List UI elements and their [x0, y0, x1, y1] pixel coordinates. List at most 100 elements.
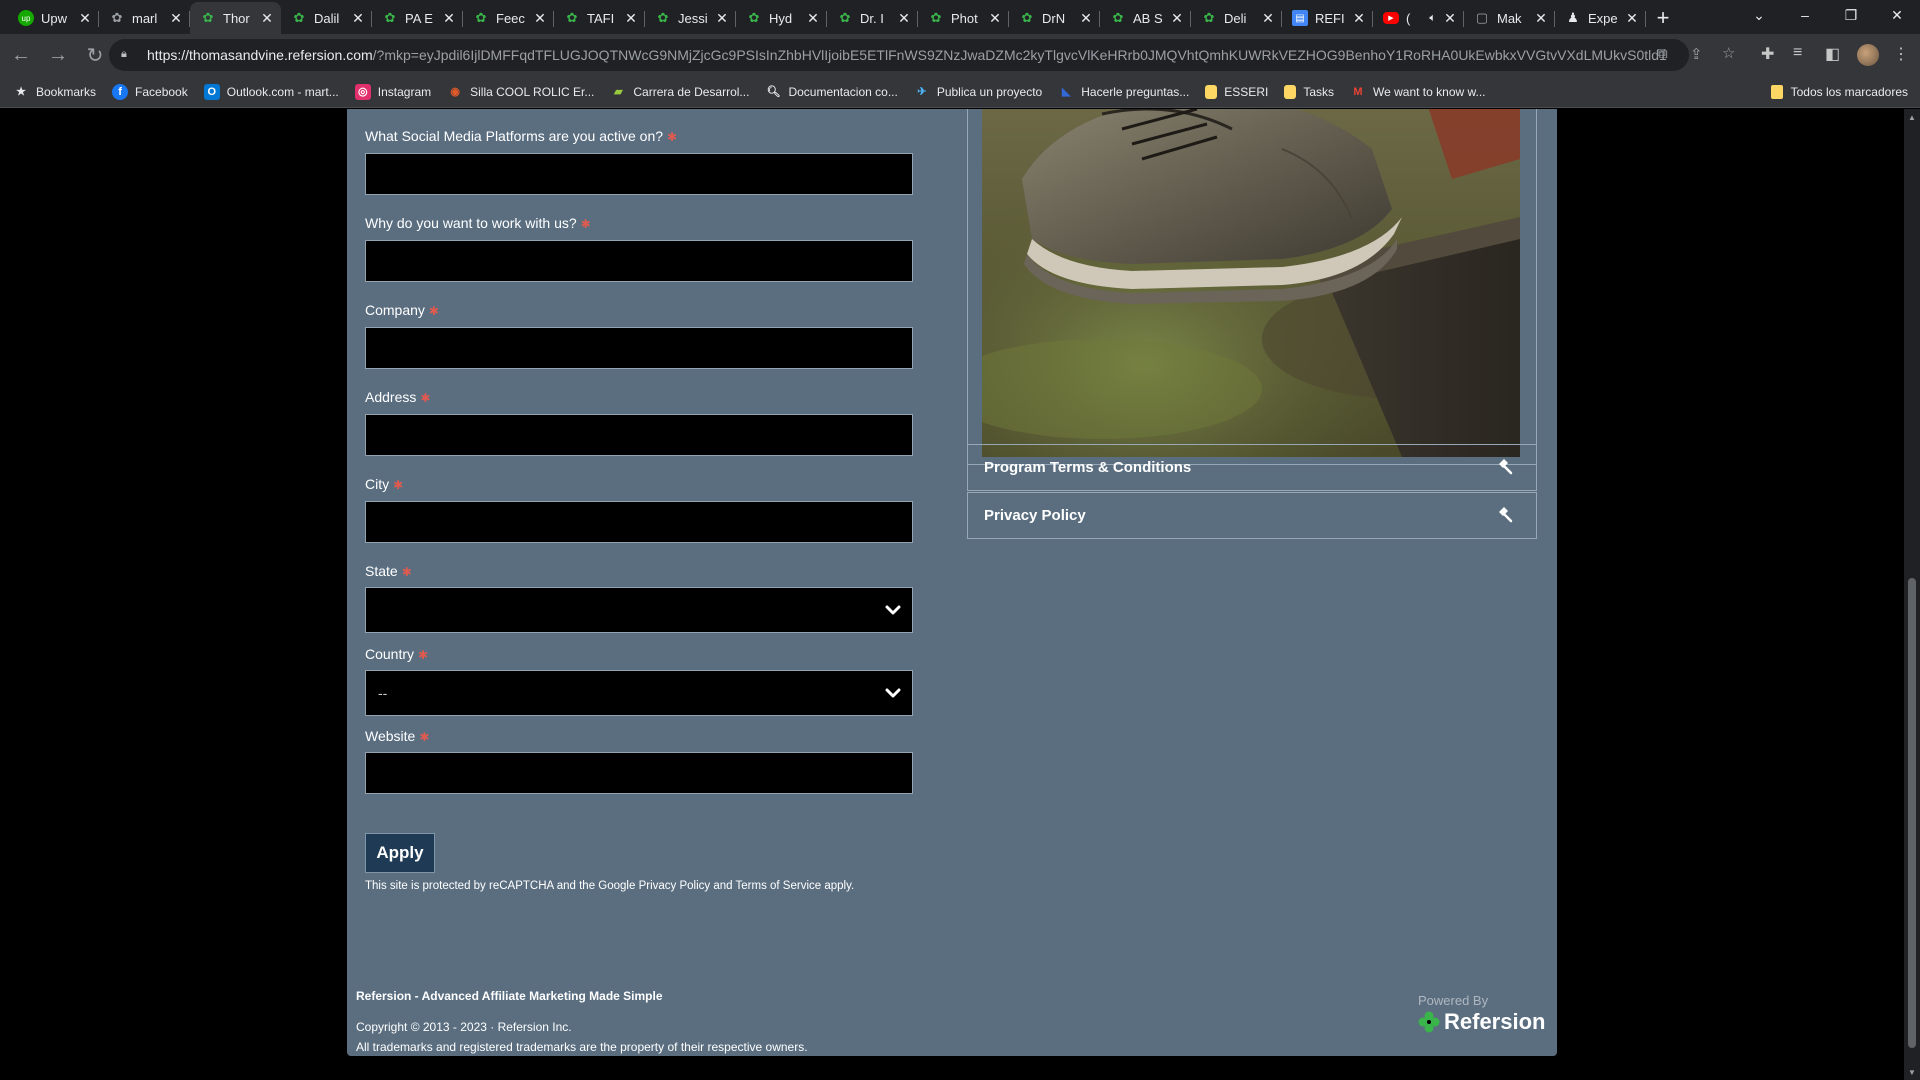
- tab-1[interactable]: ✿ marl ✕: [99, 2, 190, 34]
- refersion-clover-icon: ✿: [202, 10, 214, 25]
- outlook-icon: O: [203, 83, 220, 100]
- tab-close-icon[interactable]: ✕: [259, 10, 275, 27]
- tab-6[interactable]: ✿ TAFI ✕: [554, 2, 645, 34]
- forward-icon[interactable]: →: [42, 39, 74, 71]
- tab-close-icon[interactable]: ✕: [1442, 10, 1458, 27]
- tab-close-icon[interactable]: ✕: [714, 10, 730, 27]
- all-bookmarks[interactable]: Todos los marcadores: [1770, 76, 1908, 108]
- profile-avatar[interactable]: [1857, 44, 1879, 66]
- tab-14[interactable]: ▤ REFI ✕: [1282, 2, 1373, 34]
- tab-search-icon[interactable]: ⌄: [1736, 0, 1782, 30]
- tab-3[interactable]: ✿ Dalil ✕: [281, 2, 372, 34]
- tab-5[interactable]: ✿ Feec ✕: [463, 2, 554, 34]
- bookmark-2[interactable]: O Outlook.com - mart...: [203, 83, 339, 100]
- bookmark-9[interactable]: ESSERI: [1205, 84, 1268, 99]
- tab-close-icon[interactable]: ✕: [1351, 10, 1367, 27]
- bookmark-label: Instagram: [377, 84, 432, 99]
- tab-separator: [1645, 11, 1646, 27]
- address-label: Address ✱: [365, 389, 430, 405]
- gmail-icon: M: [1353, 85, 1363, 98]
- tab-13[interactable]: ✿ Deli ✕: [1191, 2, 1282, 34]
- refersion-logo[interactable]: Refersion: [1418, 1009, 1545, 1035]
- bookmark-4[interactable]: ◉ Silla COOL ROLIC Er...: [447, 84, 594, 100]
- tab-15[interactable]: ▶ (🔈︎ ✕: [1373, 2, 1464, 34]
- tab-7[interactable]: ✿ Jessi ✕: [645, 2, 736, 34]
- tab-close-icon[interactable]: ✕: [623, 10, 639, 27]
- accordion-privacy-policy[interactable]: Privacy Policy: [967, 492, 1537, 539]
- all-bookmarks-label: Todos los marcadores: [1790, 85, 1908, 99]
- accordion-program-terms[interactable]: Program Terms & Conditions: [967, 444, 1537, 491]
- tab-close-icon[interactable]: ✕: [350, 10, 366, 27]
- tab-8[interactable]: ✿ Hyd ✕: [736, 2, 827, 34]
- tab-16[interactable]: ▢ Mak ✕: [1464, 2, 1555, 34]
- address-input[interactable]: [365, 414, 913, 456]
- tab-4[interactable]: ✿ PA E ✕: [372, 2, 463, 34]
- required-asterisk-icon: ✱: [580, 217, 591, 231]
- tab-9[interactable]: ✿ Dr. I ✕: [827, 2, 918, 34]
- what-social-media-platforms-ar-input[interactable]: [365, 153, 913, 195]
- bookmark-3[interactable]: ◎ Instagram: [354, 83, 432, 100]
- tab-close-icon[interactable]: ✕: [1533, 10, 1549, 27]
- tab-close-icon[interactable]: ✕: [77, 10, 93, 27]
- country-select[interactable]: --: [365, 670, 913, 716]
- tab-17[interactable]: ♟ Expe ✕: [1555, 2, 1646, 34]
- tab-close-icon[interactable]: ✕: [805, 10, 821, 27]
- bookmark-10[interactable]: Tasks: [1284, 84, 1334, 99]
- company-input[interactable]: [365, 327, 913, 369]
- new-tab-button[interactable]: +: [1646, 2, 1680, 34]
- tab-close-icon[interactable]: ✕: [168, 10, 184, 27]
- tab-close-icon[interactable]: ✕: [1078, 10, 1094, 27]
- tab-close-icon[interactable]: ✕: [441, 10, 457, 27]
- required-asterisk-icon: ✱: [428, 304, 439, 318]
- tab-close-icon[interactable]: ✕: [987, 10, 1003, 27]
- tab-close-icon[interactable]: ✕: [1169, 10, 1185, 27]
- share-icon[interactable]: ⇪: [1690, 45, 1703, 63]
- state-select[interactable]: [365, 587, 913, 633]
- scroll-down-icon[interactable]: ▼: [1904, 1064, 1920, 1080]
- why-do-you-want-to-work-with-u-input[interactable]: [365, 240, 913, 282]
- apply-button[interactable]: Apply: [365, 833, 435, 873]
- bookmark-5[interactable]: ▰ Carrera de Desarrol...: [610, 84, 749, 100]
- minimize-icon[interactable]: –: [1782, 0, 1828, 30]
- extensions-icon[interactable]: ✚: [1761, 44, 1774, 64]
- scroll-up-icon[interactable]: ▲: [1904, 109, 1920, 125]
- tab-12[interactable]: ✿ AB S ✕: [1100, 2, 1191, 34]
- tab-10[interactable]: ✿ Phot ✕: [918, 2, 1009, 34]
- tab-close-icon[interactable]: ✕: [896, 10, 912, 27]
- back-icon[interactable]: ←: [5, 39, 37, 71]
- tab-close-icon[interactable]: ✕: [1260, 10, 1276, 27]
- tab-close-icon[interactable]: ✕: [532, 10, 548, 27]
- bookmark-8[interactable]: ◣ Hacerle preguntas...: [1058, 84, 1189, 100]
- tab-2[interactable]: ✿ Thor ✕: [190, 2, 281, 34]
- close-window-icon[interactable]: ✕: [1874, 0, 1920, 30]
- website-input[interactable]: [365, 752, 913, 794]
- platzi-icon: ▰: [614, 86, 623, 98]
- bookmark-6[interactable]: 🔍︎ Documentacion co...: [765, 84, 897, 100]
- bookmark-7[interactable]: ✈ Publica un proyecto: [914, 84, 1042, 100]
- chevron-down-icon: [885, 688, 901, 698]
- url-text[interactable]: https://thomasandvine.refersion.com/?mkp…: [147, 47, 1667, 63]
- scrollbar-thumb[interactable]: [1908, 578, 1916, 1048]
- bookmark-1[interactable]: f Facebook: [112, 83, 188, 100]
- bookmark-0[interactable]: ★ Bookmarks: [13, 84, 96, 100]
- audio-playing-icon[interactable]: 🔈︎: [1429, 12, 1436, 25]
- city-input[interactable]: [365, 501, 913, 543]
- side-panel-icon[interactable]: ◧: [1825, 44, 1840, 64]
- product-image: [982, 109, 1520, 457]
- address-bar[interactable]: 🔒︎ https://thomasandvine.refersion.com/?…: [109, 39, 1689, 71]
- upwork-icon: up: [18, 10, 34, 26]
- refersion-gear-icon: ✿: [111, 10, 123, 25]
- tab-close-icon[interactable]: ✕: [1624, 10, 1640, 27]
- reload-icon[interactable]: ↻: [79, 39, 111, 71]
- translate-icon[interactable]: ⧉: [1657, 45, 1668, 62]
- tab-0[interactable]: up Upw ✕: [8, 2, 99, 34]
- media-control-icon[interactable]: ≡: [1793, 44, 1802, 62]
- company-label: Company ✱: [365, 302, 439, 318]
- search-doc-icon: 🔍︎: [766, 86, 781, 98]
- bookmark-11[interactable]: M We want to know w...: [1350, 84, 1485, 100]
- accordion-label: Program Terms & Conditions: [984, 459, 1192, 476]
- bookmark-star-icon[interactable]: ☆: [1722, 44, 1735, 62]
- menu-icon[interactable]: ⋮: [1893, 44, 1909, 64]
- tab-11[interactable]: ✿ DrN ✕: [1009, 2, 1100, 34]
- restore-icon[interactable]: ❐: [1828, 0, 1874, 30]
